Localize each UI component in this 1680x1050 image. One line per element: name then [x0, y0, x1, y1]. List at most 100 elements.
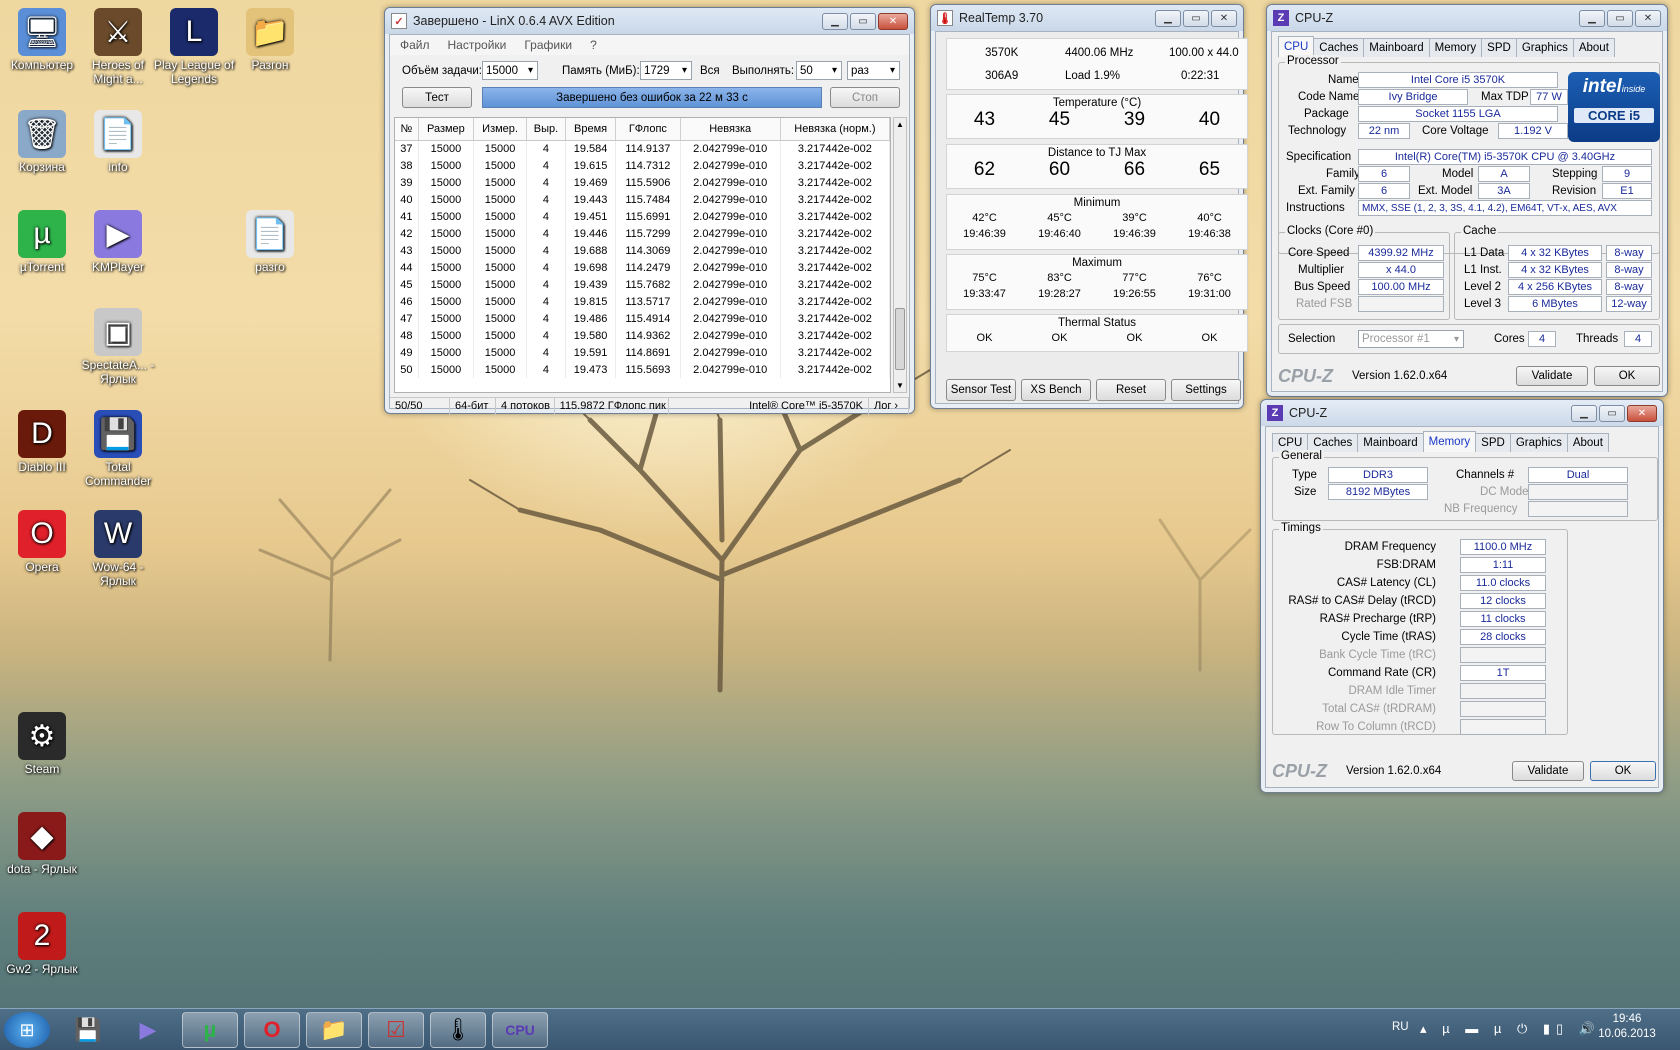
desktop-icon[interactable]: L Play League of Legends: [152, 8, 236, 86]
minimize-button[interactable]: ▁: [1155, 9, 1181, 27]
table-row[interactable]: 44 15000 15000 4 19.698 114.2479 2.042799e-010…: [395, 259, 890, 276]
desktop-icon[interactable]: 2 Gw2 - Ярлык: [0, 912, 84, 976]
taskbar-cpuz-icon[interactable]: CPU: [492, 1012, 548, 1048]
menu-settings[interactable]: Настройки: [448, 38, 507, 52]
tab-graphics[interactable]: Graphics: [1509, 433, 1568, 452]
column-header[interactable]: Выр.: [526, 118, 566, 141]
runs-unit-select[interactable]: раз: [847, 61, 900, 80]
realtemp-titlebar[interactable]: 🌡 RealTemp 3.70 ▁ ▭ ✕: [931, 5, 1243, 31]
desktop-icon[interactable]: ▶ KMPlayer: [76, 210, 160, 274]
validate-button[interactable]: Validate: [1516, 366, 1588, 386]
tab-mainboard[interactable]: Mainboard: [1357, 433, 1424, 452]
task-size-select[interactable]: 15000: [482, 61, 538, 80]
menu-graphs[interactable]: Графики: [524, 38, 572, 52]
desktop-icon[interactable]: 📄 разго: [228, 210, 312, 274]
table-row[interactable]: 43 15000 15000 4 19.688 114.3069 2.042799e-010…: [395, 242, 890, 259]
linx-titlebar[interactable]: ✓ Завершено - LinX 0.6.4 AVX Edition ▁ ▭…: [385, 8, 914, 34]
taskbar-total-commander-icon[interactable]: 💾: [60, 1012, 116, 1048]
desktop-icon[interactable]: D Diablo III: [0, 410, 84, 474]
column-header[interactable]: ГФлопс: [615, 118, 681, 141]
table-row[interactable]: 45 15000 15000 4 19.439 115.7682 2.042799e-010…: [395, 276, 890, 293]
settings-button[interactable]: Settings: [1171, 379, 1241, 401]
maximize-button[interactable]: ▭: [1183, 9, 1209, 27]
table-row[interactable]: 42 15000 15000 4 19.446 115.7299 2.042799e-010…: [395, 225, 890, 242]
taskbar-kmplayer-icon[interactable]: ▶: [120, 1012, 176, 1048]
taskbar-linx-icon[interactable]: ☑: [368, 1012, 424, 1048]
table-row[interactable]: 47 15000 15000 4 19.486 115.4914 2.042799e-010…: [395, 310, 890, 327]
maximize-button[interactable]: ▭: [850, 12, 876, 30]
close-button[interactable]: ✕: [1211, 9, 1237, 27]
tab-memory[interactable]: Memory: [1428, 38, 1483, 57]
maximize-button[interactable]: ▭: [1607, 9, 1633, 27]
minimize-button[interactable]: ▁: [1579, 9, 1605, 27]
language-indicator[interactable]: RU: [1392, 1021, 1409, 1033]
desktop-icon[interactable]: 📁 Разгон: [228, 8, 312, 72]
close-button[interactable]: ✕: [1635, 9, 1661, 27]
table-row[interactable]: 37 15000 15000 4 19.584 114.9137 2.042799e-010…: [395, 140, 890, 157]
desktop-icon-label: Total Commander: [84, 460, 152, 488]
desktop-icon[interactable]: 🖥 Компьютер: [0, 8, 84, 72]
desktop-icon[interactable]: O Opera: [0, 510, 84, 574]
tab-spd[interactable]: SPD: [1475, 433, 1511, 452]
desktop-icon[interactable]: ▣ SpectateA... - Ярлык: [76, 308, 160, 386]
stop-button[interactable]: Стоп: [830, 87, 900, 108]
taskbar-utorrent-icon[interactable]: µ: [182, 1012, 238, 1048]
minimize-button[interactable]: ▁: [822, 12, 848, 30]
menu-help[interactable]: ?: [590, 38, 597, 52]
tab-mainboard[interactable]: Mainboard: [1363, 38, 1430, 57]
table-row[interactable]: 40 15000 15000 4 19.443 115.7484 2.042799e-010…: [395, 191, 890, 208]
cpuz-titlebar[interactable]: Z CPU-Z ▁ ▭ ✕: [1261, 400, 1663, 426]
table-row[interactable]: 50 15000 15000 4 19.473 115.5693 2.042799e-010…: [395, 361, 890, 378]
taskbar-explorer-icon[interactable]: 📁: [306, 1012, 362, 1048]
column-header[interactable]: №: [395, 118, 419, 141]
tab-memory[interactable]: Memory: [1422, 431, 1477, 452]
table-row[interactable]: 46 15000 15000 4 19.815 113.5717 2.042799e-010…: [395, 293, 890, 310]
close-button[interactable]: ✕: [878, 12, 908, 30]
clock[interactable]: 19:46 10.06.2013: [1592, 1013, 1662, 1040]
xs-bench-button[interactable]: XS Bench: [1021, 379, 1091, 401]
ok-button[interactable]: OK: [1590, 761, 1656, 781]
desktop-icon[interactable]: 🗑 Корзина: [0, 110, 84, 174]
tab-about[interactable]: About: [1566, 433, 1609, 452]
desktop-icon[interactable]: W Wow-64 - Ярлык: [76, 510, 160, 588]
table-row[interactable]: 38 15000 15000 4 19.615 114.7312 2.042799e-010…: [395, 157, 890, 174]
desktop-icon[interactable]: ⚙ Steam: [0, 712, 84, 776]
desktop-icon[interactable]: ⚔ Heroes of Might a...: [76, 8, 160, 86]
cpuz-titlebar[interactable]: Z CPU-Z ▁ ▭ ✕: [1267, 5, 1667, 31]
desktop-icon[interactable]: µ µTorrent: [0, 210, 84, 274]
table-row[interactable]: 48 15000 15000 4 19.580 114.9362 2.042799e-010…: [395, 327, 890, 344]
close-button[interactable]: ✕: [1627, 404, 1657, 422]
start-button[interactable]: ⊞: [4, 1012, 50, 1048]
all-memory-label[interactable]: Вся: [700, 65, 720, 77]
column-header[interactable]: Измер.: [473, 118, 528, 141]
validate-button[interactable]: Validate: [1512, 761, 1584, 781]
desktop-icon[interactable]: ◆ dota - Ярлык: [0, 812, 84, 876]
ok-button[interactable]: OK: [1594, 366, 1660, 386]
runs-select[interactable]: 50: [796, 61, 842, 80]
menu-file[interactable]: Файл: [400, 38, 430, 52]
sensor-test-button[interactable]: Sensor Test: [946, 379, 1016, 401]
column-header[interactable]: Размер: [418, 118, 475, 141]
column-header[interactable]: Невязка (норм.): [780, 118, 890, 141]
tab-spd[interactable]: SPD: [1481, 38, 1517, 57]
minimize-button[interactable]: ▁: [1571, 404, 1597, 422]
desktop-icon[interactable]: 💾 Total Commander: [76, 410, 160, 488]
test-button[interactable]: Тест: [402, 87, 472, 108]
processor-select[interactable]: Processor #1: [1358, 330, 1464, 348]
table-scrollbar[interactable]: ▲ ▼: [893, 117, 907, 393]
table-row[interactable]: 41 15000 15000 4 19.451 115.6991 2.042799e-010…: [395, 208, 890, 225]
column-header[interactable]: Невязка: [680, 118, 781, 141]
taskbar-opera-icon[interactable]: O: [244, 1012, 300, 1048]
tab-about[interactable]: About: [1572, 38, 1615, 57]
tray-icons[interactable]: ▴ µ ▬ µ ⏻ ▮▯ 🔊: [1420, 1021, 1601, 1037]
table-row[interactable]: 39 15000 15000 4 19.469 115.5906 2.042799e-010…: [395, 174, 890, 191]
table-row[interactable]: 49 15000 15000 4 19.591 114.8691 2.042799e-010…: [395, 344, 890, 361]
taskbar-realtemp-icon[interactable]: 🌡: [430, 1012, 486, 1048]
desktop-icon[interactable]: 📄 info: [76, 110, 160, 174]
tab-cpu[interactable]: CPU: [1278, 36, 1315, 57]
reset-button[interactable]: Reset: [1096, 379, 1166, 401]
maximize-button[interactable]: ▭: [1599, 404, 1625, 422]
tab-graphics[interactable]: Graphics: [1515, 38, 1574, 57]
column-header[interactable]: Время: [565, 118, 617, 141]
memory-select[interactable]: 1729: [640, 61, 692, 80]
